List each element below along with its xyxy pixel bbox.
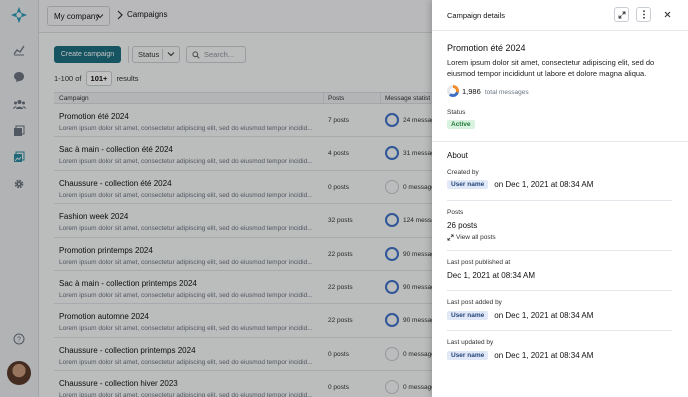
message-breakdown-donut-icon	[447, 85, 459, 97]
field-divider	[447, 290, 672, 291]
last-updated-date: on Dec 1, 2021 at 08:34 AM	[494, 351, 594, 360]
last-published-value: Dec 1, 2021 at 08:34 AM	[447, 271, 536, 280]
about-heading: About	[447, 151, 468, 160]
field-divider	[447, 250, 672, 251]
last-updated-label: Last updated by	[447, 339, 494, 346]
section-divider	[432, 141, 688, 142]
posts-value: 26 posts	[447, 221, 478, 230]
campaign-description: Lorem ipsum dolor sit amet, consectetur …	[447, 58, 655, 78]
last-added-label: Last post added by	[447, 299, 502, 306]
close-icon	[664, 11, 671, 18]
status-label: Status	[447, 109, 466, 116]
view-all-posts-link[interactable]: View all posts	[447, 234, 496, 241]
close-button[interactable]	[661, 8, 674, 21]
kebab-menu-icon	[642, 10, 645, 19]
campaign-name: Promotion été 2024	[447, 43, 526, 53]
more-options-button[interactable]	[636, 7, 651, 22]
status-badge: Active	[447, 120, 475, 129]
user-tag[interactable]: User name	[447, 311, 489, 320]
created-by-date: on Dec 1, 2021 at 08:34 AM	[494, 180, 594, 189]
user-tag[interactable]: User name	[447, 351, 489, 360]
total-messages-label: total messages	[484, 89, 529, 96]
campaign-details-panel: Campaign details Promotion été 2024 Lore…	[432, 0, 688, 397]
user-tag[interactable]: User name	[447, 180, 489, 189]
field-divider	[447, 200, 672, 201]
expand-arrows-icon	[447, 234, 454, 241]
view-all-posts-label: View all posts	[456, 234, 496, 241]
created-by-value: User name on Dec 1, 2021 at 08:34 AM	[447, 180, 593, 189]
posts-label: Posts	[447, 209, 464, 216]
panel-title: Campaign details	[447, 11, 505, 20]
field-divider	[447, 330, 672, 331]
last-updated-value: User name on Dec 1, 2021 at 08:34 AM	[447, 351, 593, 360]
last-added-value: User name on Dec 1, 2021 at 08:34 AM	[447, 311, 593, 320]
total-messages-value: 1,986	[462, 87, 481, 96]
expand-icon	[618, 11, 625, 18]
last-added-date: on Dec 1, 2021 at 08:34 AM	[494, 311, 594, 320]
modal-backdrop[interactable]	[0, 0, 432, 397]
last-published-label: Last post published at	[447, 259, 511, 266]
expand-button[interactable]	[614, 7, 629, 22]
created-by-label: Created by	[447, 169, 479, 176]
total-messages: 1,986 total messages	[462, 87, 529, 96]
panel-header: Campaign details	[432, 0, 688, 31]
